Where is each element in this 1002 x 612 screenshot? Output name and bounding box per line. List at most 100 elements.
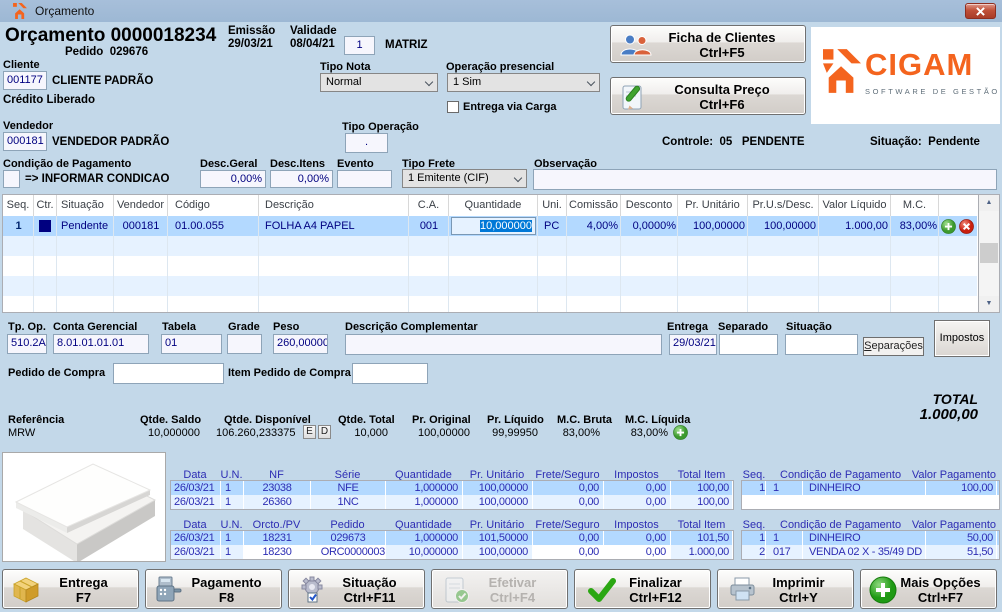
mais-opcoes-button[interactable]: Mais Opções Ctrl+F7 — [860, 569, 997, 609]
operacao-label: Operação presencial — [446, 61, 555, 73]
item-pedido-field[interactable] — [352, 363, 428, 384]
orc-row-1[interactable]: 26/03/21 1 18231 029673 1,000000 101,500… — [171, 531, 733, 545]
desc-compl-field[interactable] — [345, 334, 662, 355]
product-image — [2, 452, 166, 563]
desc-itens-field[interactable]: 0,00% — [270, 170, 333, 188]
close-button[interactable] — [965, 3, 996, 19]
tabela-field[interactable]: 01 — [161, 334, 222, 354]
cash-register-icon — [156, 576, 182, 602]
ficha-clientes-shortcut: Ctrl+F5 — [699, 45, 745, 60]
pedido-compra-field[interactable] — [113, 363, 224, 384]
ficha-clientes-label: Ficha de Clientes — [668, 30, 776, 45]
emissao-value: 29/03/21 — [228, 38, 273, 50]
nf-row-2[interactable]: 26/03/21 1 26360 1NC 1,000000 100,00000 … — [171, 495, 733, 509]
qtde-saldo-value: 10,000000 — [148, 427, 200, 439]
package-icon — [13, 577, 39, 603]
item-seq: 1 — [15, 220, 22, 232]
finalizar-btn-shortcut: Ctrl+F12 — [629, 590, 682, 605]
tipo-operacao-label: Tipo Operação — [342, 121, 419, 133]
efetivar-btn-shortcut: Ctrl+F4 — [489, 590, 536, 605]
grid-empty-row — [3, 296, 977, 312]
consulta-preco-button[interactable]: Consulta Preço Ctrl+F6 — [610, 77, 806, 115]
status-square-icon — [39, 220, 51, 232]
scroll-down-icon[interactable]: ▼ — [979, 296, 999, 312]
grid-scrollbar[interactable]: ▲ ▼ — [978, 195, 999, 312]
desc-geral-field[interactable]: 0,00% — [200, 170, 266, 188]
mc-liquida-plus-icon[interactable] — [673, 425, 688, 440]
tipo-frete-select[interactable]: 1 Emitente (CIF) — [402, 169, 527, 188]
delete-item-icon[interactable] — [959, 219, 974, 234]
grid-empty-row — [3, 256, 977, 276]
desc-itens-label: Desc.Itens — [270, 158, 326, 170]
condicao-field[interactable] — [3, 170, 20, 188]
cigam-logo-icon — [823, 49, 861, 93]
cliente-field[interactable]: 001177 — [3, 71, 47, 90]
pagamento-btn-shortcut: F8 — [218, 590, 235, 605]
pedido-label: Pedido — [65, 46, 104, 58]
item-uni: PC — [544, 220, 560, 232]
evento-field[interactable] — [337, 170, 392, 188]
item-desconto: 0,0000% — [632, 220, 676, 232]
tipo-operacao-field[interactable]: . — [345, 133, 388, 153]
vendedor-field[interactable]: 000181 — [3, 132, 47, 151]
peso-field[interactable]: 260,00000 — [273, 334, 328, 354]
pagamento-button[interactable]: Pagamento F8 — [145, 569, 282, 609]
tp-op-field[interactable]: 510.2A — [7, 334, 47, 354]
gear-check-icon — [301, 576, 323, 603]
vendedor-nome: VENDEDOR PADRÃO — [52, 136, 170, 148]
clients-icon — [620, 34, 652, 56]
grade-field[interactable] — [227, 334, 262, 354]
pgnf-row-1[interactable]: 1 1 DINHEIRO 100,00 — [742, 481, 999, 495]
plus-circle-icon — [869, 576, 897, 604]
referencia-value: MRW — [8, 427, 36, 439]
separado-label: Separado — [718, 321, 769, 333]
mc-bruta-value: 83,00% — [562, 427, 600, 439]
evento-label: Evento — [337, 158, 374, 170]
imprimir-button[interactable]: Imprimir Ctrl+Y — [717, 569, 854, 609]
situacao-button[interactable]: Situação Ctrl+F11 — [288, 569, 425, 609]
tp-op-label: Tp. Op. — [8, 321, 46, 333]
pedido-compra-label: Pedido de Compra — [8, 367, 106, 379]
cigam-logo: CIGAM SOFTWARE DE GESTÃO — [811, 27, 1000, 124]
orc-row-2[interactable]: 26/03/21 1 18230 ORC0000003 10,000000 10… — [171, 545, 733, 559]
col-ctr: Ctr. — [34, 195, 57, 216]
observacao-field[interactable] — [533, 169, 997, 190]
pgorc-row-1[interactable]: 1 1 DINHEIRO 50,00 — [742, 531, 999, 545]
qtde-total-label: Qtde. Total — [338, 414, 395, 426]
tabela-label: Tabela — [162, 321, 197, 333]
scroll-up-icon[interactable]: ▲ — [979, 195, 999, 211]
col-codigo: Código — [168, 195, 259, 216]
entrega-button[interactable]: Entrega F7 — [2, 569, 139, 609]
unidade-field[interactable]: 1 — [344, 36, 375, 55]
entrega-carga-checkbox[interactable] — [447, 101, 459, 113]
finalizar-button[interactable]: Finalizar Ctrl+F12 — [574, 569, 711, 609]
entrega-field[interactable]: 29/03/21 — [669, 334, 717, 355]
impostos-button[interactable]: Impostos — [934, 320, 990, 357]
add-item-icon[interactable] — [941, 219, 956, 234]
cigam-logo-text: CIGAM — [865, 47, 974, 82]
situacao-det-field[interactable] — [785, 334, 858, 355]
desc-compl-label: Descrição Complementar — [345, 321, 478, 333]
cliente-label: Cliente — [3, 59, 40, 71]
item-row-1[interactable]: 1 Pendente 000181 01.00.055 FOLHA A4 PAP… — [3, 216, 977, 236]
separado-field[interactable] — [719, 334, 778, 355]
separacoes-button[interactable]: Separações — [863, 337, 924, 356]
col-ca: C.A. — [409, 195, 449, 216]
conta-gerencial-field[interactable]: 8.01.01.01.01 — [53, 334, 149, 354]
operacao-select[interactable]: 1 Sim — [447, 73, 600, 92]
nf-row-1[interactable]: 26/03/21 1 23038 NFE 1,000000 100,00000 … — [171, 481, 733, 495]
qtde-disp-label: Qtde. Disponível — [224, 414, 311, 426]
finalizar-btn-label: Finalizar — [629, 575, 682, 590]
scroll-thumb[interactable] — [980, 243, 998, 263]
pgorc-row-2[interactable]: 2 017 VENDA 02 X - 35/49 DD 51,50 — [742, 545, 999, 559]
total-label: TOTAL — [932, 391, 978, 407]
mc-bruta-label: M.C. Bruta — [557, 414, 612, 426]
ficha-clientes-button[interactable]: Ficha de Clientes Ctrl+F5 — [610, 25, 806, 63]
e-button[interactable]: E — [303, 425, 316, 439]
qtde-saldo-label: Qtde. Saldo — [140, 414, 202, 426]
quantidade-editor[interactable]: 10,000000 — [451, 217, 536, 235]
d-button[interactable]: D — [318, 425, 331, 439]
printer-icon — [730, 577, 755, 601]
tipo-nota-select[interactable]: Normal — [320, 73, 438, 92]
item-pr-unitario: 100,00000 — [693, 220, 745, 232]
